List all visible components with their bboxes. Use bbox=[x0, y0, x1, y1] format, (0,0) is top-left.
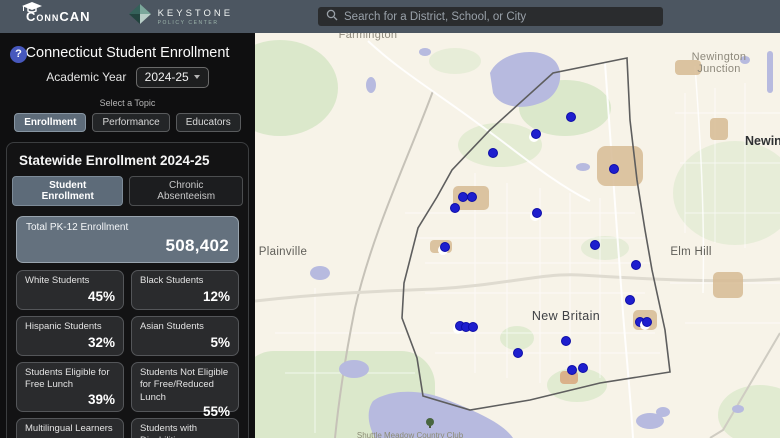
academic-year-value: 2024-25 bbox=[144, 70, 189, 84]
school-marker[interactable] bbox=[467, 192, 477, 202]
stat-value: 45% bbox=[87, 289, 115, 304]
map-markers bbox=[255, 33, 780, 438]
panel-tabs: Student Enrollment Chronic Absenteeism bbox=[12, 176, 243, 206]
school-marker[interactable] bbox=[578, 363, 588, 373]
total-enrollment-value: 508,402 bbox=[165, 236, 229, 255]
stat-card: Hispanic Students 32% bbox=[16, 316, 124, 356]
app-window: ConnCAN KEYSTONE POLICY CENTER Search fo… bbox=[0, 0, 780, 438]
school-marker[interactable] bbox=[625, 295, 635, 305]
school-marker[interactable] bbox=[531, 129, 541, 139]
topic-enrollment[interactable]: Enrollment bbox=[14, 113, 87, 132]
school-marker[interactable] bbox=[532, 208, 542, 218]
stat-label: Asian Students bbox=[140, 321, 204, 332]
total-enrollment-label: Total PK-12 Enrollment bbox=[26, 222, 129, 233]
graduation-cap-icon bbox=[22, 0, 42, 18]
stat-card: Multilingual Learners11% bbox=[16, 418, 124, 438]
conncan-logo[interactable]: ConnCAN bbox=[22, 2, 91, 24]
academic-year-select[interactable]: 2024-25 bbox=[135, 67, 209, 88]
school-marker[interactable] bbox=[631, 260, 641, 270]
map-canvas[interactable]: FarmingtonNewington JunctionNewingtonPla… bbox=[255, 33, 780, 438]
stat-label: Students Not Eligible for Free/Reduced L… bbox=[140, 367, 229, 403]
top-header: ConnCAN KEYSTONE POLICY CENTER bbox=[0, 0, 780, 33]
select-topic-label: Select a Topic bbox=[99, 98, 156, 108]
help-button[interactable]: ? bbox=[10, 46, 27, 63]
topic-performance[interactable]: Performance bbox=[92, 113, 170, 132]
stat-value: 39% bbox=[87, 391, 115, 407]
keystone-diamond-icon bbox=[128, 4, 151, 29]
school-marker[interactable] bbox=[440, 242, 450, 252]
school-marker[interactable] bbox=[590, 240, 600, 250]
school-marker[interactable] bbox=[642, 317, 652, 327]
school-marker[interactable] bbox=[450, 203, 460, 213]
school-marker[interactable] bbox=[561, 336, 571, 346]
topic-buttons: Enrollment Performance Educators bbox=[0, 113, 255, 132]
stat-label: Students with Disabilities bbox=[140, 423, 198, 438]
stat-label: Multilingual Learners bbox=[25, 423, 113, 434]
search-bar[interactable] bbox=[318, 7, 663, 26]
total-enrollment-card: Total PK-12 Enrollment 508,402 bbox=[16, 216, 239, 263]
stat-card: Black Students 12% bbox=[131, 270, 239, 310]
tab-student-enrollment[interactable]: Student Enrollment bbox=[12, 176, 124, 206]
school-marker[interactable] bbox=[488, 148, 498, 158]
stat-card: Students Eligible for Free Lunch 39% bbox=[16, 362, 124, 412]
stat-label: White Students bbox=[25, 275, 90, 286]
search-icon bbox=[326, 8, 338, 26]
statewide-panel: Statewide Enrollment 2024-25 Student Enr… bbox=[6, 142, 249, 438]
page-title: Connecticut Student Enrollment bbox=[25, 45, 230, 61]
sidebar: ? Connecticut Student Enrollment Academi… bbox=[0, 33, 255, 438]
stat-card: Asian Students 5% bbox=[131, 316, 239, 356]
keystone-logo[interactable]: KEYSTONE POLICY CENTER bbox=[128, 4, 234, 29]
panel-title: Statewide Enrollment 2024-25 bbox=[19, 153, 210, 168]
stats-grid: White Students 45% Black Students 12% Hispan… bbox=[16, 270, 239, 438]
school-marker[interactable] bbox=[513, 348, 523, 358]
stat-card: Students Not Eligible for Free/Reduced L… bbox=[131, 362, 239, 419]
keystone-wordmark: KEYSTONE POLICY CENTER bbox=[157, 7, 234, 26]
school-marker[interactable] bbox=[566, 112, 576, 122]
academic-year-row: Academic Year 2024-25 bbox=[0, 67, 255, 88]
school-marker[interactable] bbox=[609, 164, 619, 174]
title-row: ? Connecticut Student Enrollment bbox=[0, 33, 255, 63]
stat-label: Black Students bbox=[140, 275, 204, 286]
school-marker[interactable] bbox=[567, 365, 577, 375]
academic-year-label: Academic Year bbox=[46, 70, 127, 84]
stat-label: Hispanic Students bbox=[25, 321, 102, 332]
tab-chronic-absenteeism[interactable]: Chronic Absenteeism bbox=[129, 176, 243, 206]
stat-card: White Students 45% bbox=[16, 270, 124, 310]
stat-value: 32% bbox=[87, 335, 115, 350]
stat-value: 12% bbox=[202, 289, 230, 304]
chevron-down-icon bbox=[193, 75, 200, 79]
school-marker[interactable] bbox=[468, 322, 478, 332]
search-input[interactable] bbox=[344, 10, 655, 23]
stat-label: Students Eligible for Free Lunch bbox=[25, 367, 110, 391]
topic-educators[interactable]: Educators bbox=[175, 113, 241, 132]
stat-value: 55% bbox=[202, 404, 230, 420]
stat-card: Students with Disabilities19% bbox=[131, 418, 239, 438]
stat-value: 5% bbox=[210, 335, 230, 350]
